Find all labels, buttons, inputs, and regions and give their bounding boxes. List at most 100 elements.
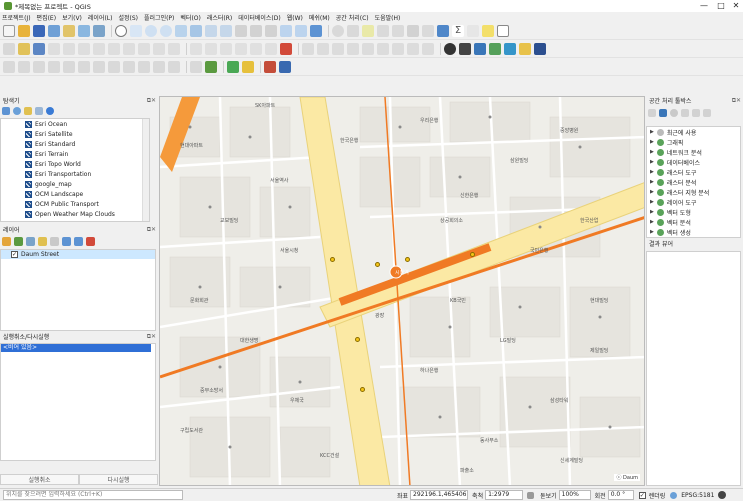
add-feature-icon[interactable]: [63, 42, 75, 55]
browser-item-esri-standard[interactable]: Esri Standard: [1, 139, 149, 149]
history-icon[interactable]: [670, 109, 678, 117]
plugin-manager-icon[interactable]: [489, 42, 501, 55]
redo-button[interactable]: 다시실행: [79, 474, 158, 485]
close-button[interactable]: ✕: [728, 0, 743, 12]
temporal-controller-icon[interactable]: [295, 24, 307, 37]
print-layout-icon[interactable]: [63, 24, 75, 37]
save-as-icon[interactable]: [48, 24, 60, 37]
zoom-full-icon[interactable]: [190, 24, 202, 37]
refresh-icon[interactable]: [310, 24, 322, 37]
zoom-rubberband-icon[interactable]: [175, 24, 187, 37]
add-delimited-icon[interactable]: [347, 42, 359, 55]
add-group-icon[interactable]: [14, 237, 23, 246]
fill-ring-icon[interactable]: [48, 60, 60, 73]
menu-help[interactable]: 도움말(H): [375, 13, 401, 22]
split-features-icon[interactable]: [108, 60, 120, 73]
layout-manager-icon[interactable]: [78, 24, 90, 37]
menu-view[interactable]: 보기(V): [62, 13, 82, 22]
add-mesh-icon[interactable]: [332, 42, 344, 55]
menu-processing[interactable]: 공간 처리(C): [336, 13, 369, 22]
tool-group-raster-tools[interactable]: ▶ 래스터 도구: [647, 167, 740, 177]
add-postgis-icon[interactable]: [362, 42, 374, 55]
browser-item-ocm-landscape[interactable]: OCM Landscape: [1, 189, 149, 199]
tool-group-graphics[interactable]: ▶ 그래픽: [647, 137, 740, 147]
bus-stop-marker[interactable]: [330, 257, 335, 262]
menu-raster[interactable]: 래스터(R): [207, 13, 232, 22]
panel-float-icon[interactable]: ⧉✕: [147, 333, 156, 341]
actions-icon[interactable]: [347, 24, 359, 37]
db-manager-icon[interactable]: [279, 60, 291, 73]
merge-attributes-icon[interactable]: [153, 60, 165, 73]
bus-stop-marker[interactable]: [405, 257, 410, 262]
processing-toolbox-icon[interactable]: [437, 24, 449, 37]
add-ring-icon[interactable]: [18, 60, 30, 73]
tool-group-recent[interactable]: ▶ 최근에 사용: [647, 127, 740, 137]
python-console-icon[interactable]: [474, 42, 486, 55]
undo-empty-item[interactable]: <비어 있음>: [1, 344, 151, 352]
map-canvas[interactable]: SK아파트 현대아파트 한국은행 우리은행 중앙병원 시청역 교보빌딩 신한은행…: [159, 96, 645, 486]
crs-globe-icon[interactable]: [670, 491, 678, 499]
locator-search-input[interactable]: 위치를 찾으려면 입력하세요 (Ctrl+K): [3, 490, 183, 500]
browser-item-ocm-public-transport[interactable]: OCM Public Transport: [1, 199, 149, 209]
zoom-layer-icon[interactable]: [220, 24, 232, 37]
offset-curve-icon[interactable]: [93, 60, 105, 73]
browser-item-esri-ocean[interactable]: Esri Ocean: [1, 119, 149, 129]
identify-icon[interactable]: [332, 24, 344, 37]
scripts-icon[interactable]: [659, 109, 667, 117]
reshape-icon[interactable]: [78, 60, 90, 73]
attribute-table-icon[interactable]: [407, 24, 419, 37]
coordinate-field[interactable]: 292196.1,465406.5: [410, 490, 469, 500]
render-checkbox[interactable]: ✓: [638, 491, 646, 499]
digitize-icon[interactable]: [48, 42, 60, 55]
options-icon[interactable]: [703, 109, 711, 117]
cut-features-icon[interactable]: [108, 42, 120, 55]
georeferencer-icon[interactable]: [519, 42, 531, 55]
zoom-next-icon[interactable]: [265, 24, 277, 37]
new-project-icon[interactable]: [3, 24, 15, 37]
highlight-labels-icon[interactable]: [220, 42, 232, 55]
tool-group-network[interactable]: ▶ 네트워크 분석: [647, 147, 740, 157]
undo-icon[interactable]: [153, 42, 165, 55]
delete-ring-icon[interactable]: [63, 60, 75, 73]
scale-field[interactable]: 1:2979: [485, 490, 524, 500]
browser-item-google-map[interactable]: google_map: [1, 179, 149, 189]
zoom-native-icon[interactable]: [235, 24, 247, 37]
browser-item-esri-satellite[interactable]: Esri Satellite: [1, 129, 149, 139]
menu-database[interactable]: 데이터베이스(D): [238, 13, 280, 22]
browser-item-open-weather-map-clouds[interactable]: Open Weather Map Clouds: [1, 209, 149, 219]
menu-mesh[interactable]: 메쉬(M): [309, 13, 330, 22]
toggle-editing-icon[interactable]: [18, 42, 30, 55]
rotation-field[interactable]: 0.0 °: [607, 490, 634, 500]
add-part-icon[interactable]: [33, 60, 45, 73]
menu-plugins[interactable]: 플러그인(P): [144, 13, 174, 22]
crs-label[interactable]: EPSG:5181: [681, 492, 714, 499]
tool-group-vector-creation[interactable]: ▶ 벡터 생성: [647, 227, 740, 237]
remove-layer-icon[interactable]: [86, 237, 95, 246]
new-map-view-icon[interactable]: [280, 24, 292, 37]
add-vector-icon[interactable]: [302, 42, 314, 55]
results-viewer-icon[interactable]: [681, 109, 689, 117]
map-tips-icon[interactable]: [482, 24, 494, 37]
zoom-in-icon[interactable]: [145, 24, 157, 37]
open-project-icon[interactable]: [18, 24, 30, 37]
zoom-selection-icon[interactable]: [205, 24, 217, 37]
panel-float-icon[interactable]: ⧉✕: [147, 226, 156, 234]
vertex-tool-icon[interactable]: [78, 42, 90, 55]
bus-stop-marker[interactable]: [375, 262, 380, 267]
browser-item-esri-transportation[interactable]: Esri Transportation: [1, 169, 149, 179]
pin-labels-icon[interactable]: [205, 42, 217, 55]
zoom-last-icon[interactable]: [250, 24, 262, 37]
minimize-button[interactable]: —: [696, 0, 712, 12]
quick-map-services-icon[interactable]: [242, 60, 254, 73]
merge-features-icon[interactable]: [138, 60, 150, 73]
deselect-icon[interactable]: [392, 24, 404, 37]
add-oracle-icon[interactable]: [407, 42, 419, 55]
expand-all-icon[interactable]: [62, 237, 71, 246]
statistics-icon[interactable]: Σ: [452, 24, 464, 37]
label-tool-icon[interactable]: [190, 42, 202, 55]
add-wms-icon[interactable]: [422, 42, 434, 55]
style-manager-icon[interactable]: [93, 24, 105, 37]
bus-stop-marker[interactable]: [470, 252, 475, 257]
menu-edit[interactable]: 편집(E): [37, 13, 57, 22]
collapse-all-icon[interactable]: [35, 107, 43, 115]
